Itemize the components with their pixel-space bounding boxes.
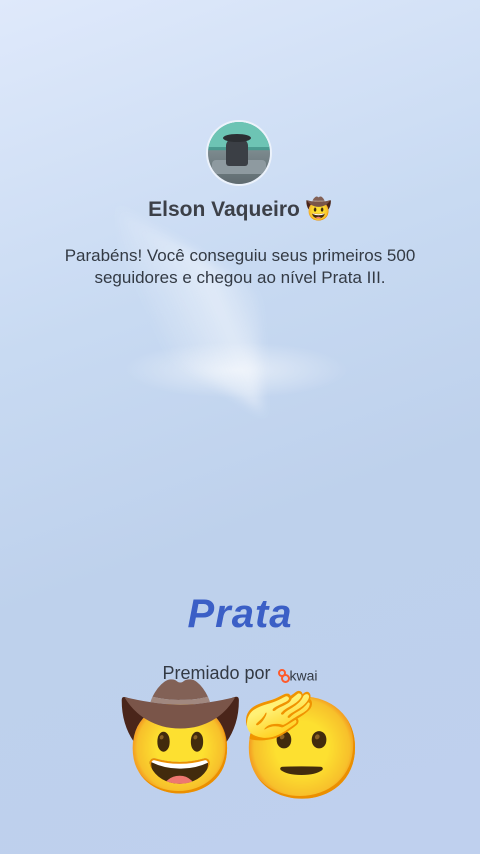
avatar	[208, 122, 270, 184]
kwai-icon	[277, 669, 290, 683]
congrats-message: Parabéns! Você conseguiu seus primeiros …	[64, 246, 416, 287]
kwai-logo: kwai	[277, 664, 318, 685]
user-name: Elson Vaqueiro 🤠	[148, 198, 332, 221]
level-title: Prata	[187, 592, 293, 636]
kwai-brand-text: kwai	[289, 667, 318, 683]
light-ray-decoration	[120, 209, 260, 411]
salute-emoji-icon: 🫡	[240, 690, 365, 802]
award-text: Premiado por	[162, 663, 271, 683]
cowboy-emoji-icon: 🤠	[118, 682, 243, 794]
